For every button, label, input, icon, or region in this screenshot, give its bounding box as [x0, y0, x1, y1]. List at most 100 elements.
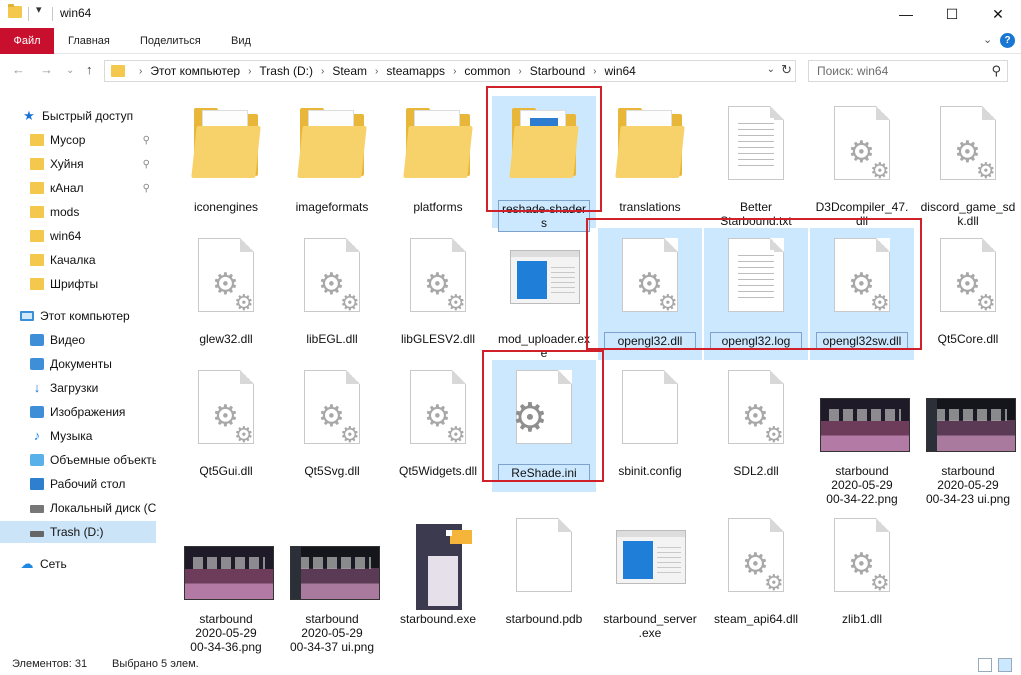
file-icon: ⚙ ⚙ — [930, 104, 1006, 194]
breadcrumb-separator-icon[interactable]: › — [248, 66, 251, 77]
breadcrumb-separator-icon[interactable]: › — [321, 66, 324, 77]
file-item[interactable]: ⚙ iconengines — [174, 96, 278, 228]
sidebar-item[interactable]: Хуйня ⚲ — [0, 153, 156, 175]
file-item[interactable]: ⚙ ⚙ glew32.dll — [174, 228, 278, 360]
forward-button[interactable]: → — [40, 62, 53, 77]
sidebar-item-label: Этот компьютер — [40, 309, 130, 323]
sidebar-item[interactable]: Документы — [0, 353, 156, 375]
file-item[interactable]: ⚙ ⚙ zlib1.dll — [810, 508, 914, 640]
large-icons-view-button[interactable] — [998, 658, 1012, 672]
file-item[interactable]: starbound 2020-05-29 00-34-36.png — [174, 508, 278, 654]
network-icon: ☁ — [20, 556, 34, 571]
sidebar-item[interactable]: win64 — [0, 225, 156, 247]
file-item[interactable]: ⚙ ⚙ steam_api64.dll — [704, 508, 808, 640]
up-button[interactable]: ↑ — [86, 62, 93, 77]
ribbon-expand-icon[interactable]: ⌄ — [983, 33, 992, 46]
breadcrumb-item[interactable]: Trash (D:) — [259, 64, 313, 78]
search-box[interactable]: Поиск: win64 ⚲ — [808, 60, 1008, 82]
file-item[interactable]: sbinit.config — [598, 360, 702, 492]
file-item[interactable]: ⚙ ⚙ Qt5Gui.dll — [174, 360, 278, 492]
file-item[interactable]: ⚙ ⚙ Qt5Widgets.dll — [386, 360, 490, 492]
file-name-line: SDL2.dll — [733, 464, 779, 478]
refresh-icon[interactable]: ↻ — [781, 62, 792, 78]
folder-icon — [30, 254, 44, 266]
sidebar-item[interactable]: Локальный диск (C — [0, 497, 156, 519]
address-bar[interactable]: › Этот компьютер › Trash (D:) › Steam › steamap… — [104, 60, 796, 82]
file-item[interactable]: starbound.pdb — [492, 508, 596, 640]
file-item[interactable]: Better Starbound.txt — [704, 96, 808, 228]
details-view-button[interactable] — [978, 658, 992, 672]
sidebar-item[interactable]: ☁ Сеть — [0, 553, 156, 575]
sidebar-item[interactable]: Этот компьютер — [0, 305, 156, 327]
sidebar-item[interactable]: Шрифты — [0, 273, 156, 295]
sidebar-item-label: Видео — [50, 333, 86, 347]
file-item[interactable]: ⚙ ⚙ D3Dcompiler_47. dll — [810, 96, 914, 228]
sidebar-item[interactable]: кАнал ⚲ — [0, 177, 156, 199]
tab-share[interactable]: Поделиться — [140, 28, 201, 54]
search-input[interactable]: Поиск: win64 — [817, 64, 888, 78]
tab-view[interactable]: Вид — [231, 28, 251, 54]
sidebar-item[interactable]: Качалка — [0, 249, 156, 271]
file-item[interactable]: ⚙ ⚙ opengl32.dll — [598, 228, 702, 360]
image-thumbnail — [926, 398, 1016, 452]
titlebar-icon — [617, 531, 685, 537]
file-item[interactable]: starbound 2020-05-29 00-34-22.png — [810, 360, 914, 506]
breadcrumb-separator-icon[interactable]: › — [453, 66, 456, 77]
file-item[interactable]: ⚙ ⚙ Qt5Svg.dll — [280, 360, 384, 492]
file-name-line: ReShade.ini — [511, 466, 577, 480]
file-item[interactable]: starbound 2020-05-29 00-34-37 ui.png — [280, 508, 384, 654]
file-item[interactable]: mod_uploader.ex e — [492, 228, 596, 360]
breadcrumb-item[interactable]: Этот компьютер — [150, 64, 240, 78]
tab-home[interactable]: Главная — [68, 28, 110, 54]
breadcrumb-item[interactable]: Steam — [332, 64, 367, 78]
address-dropdown-icon[interactable]: ⌄ — [767, 64, 775, 75]
file-item[interactable]: ⚙ ReShade.ini — [492, 360, 596, 492]
file-item[interactable]: ⚙ ⚙ libEGL.dll — [280, 228, 384, 360]
recent-locations-button[interactable]: ⌄ — [66, 65, 74, 76]
file-item[interactable]: opengl32.log — [704, 228, 808, 360]
sidebar-item[interactable]: Рабочий стол — [0, 473, 156, 495]
maximize-button[interactable]: ☐ — [929, 0, 975, 28]
file-name: opengl32sw.dll — [816, 332, 908, 350]
sidebar-item[interactable]: Trash (D:) — [0, 521, 156, 543]
sidebar-item[interactable]: ♪ Музыка — [0, 425, 156, 447]
file-item[interactable]: ⚙ platforms — [386, 96, 490, 228]
close-button[interactable]: ✕ — [975, 0, 1021, 28]
tab-file[interactable]: Файл — [0, 28, 54, 54]
file-icon — [612, 368, 688, 458]
sidebar-item[interactable]: ↓ Загрузки — [0, 377, 156, 399]
sidebar-item[interactable]: Мусор ⚲ — [0, 129, 156, 151]
file-item[interactable]: ⚙ ⚙ SDL2.dll — [704, 360, 808, 492]
breadcrumb-separator-icon[interactable]: › — [518, 66, 521, 77]
sidebar-item[interactable]: Изображения — [0, 401, 156, 423]
sidebar-item[interactable]: ★ Быстрый доступ — [0, 105, 156, 127]
help-icon[interactable]: ? — [1000, 33, 1015, 48]
file-icon: ⚙ — [294, 104, 370, 194]
application-icon — [510, 250, 580, 304]
file-item[interactable]: translations — [598, 96, 702, 228]
search-icon: ⚲ — [991, 63, 1001, 78]
breadcrumb-item[interactable]: Starbound — [530, 64, 585, 78]
breadcrumb-separator-icon[interactable]: › — [139, 66, 142, 77]
file-item[interactable]: ⚙ ⚙ libGLESV2.dll — [386, 228, 490, 360]
file-name-line: sbinit.config — [618, 464, 682, 478]
file-item[interactable]: reshade-shaders — [492, 96, 596, 232]
file-item[interactable]: ⚙ ⚙ opengl32sw.dll — [810, 228, 914, 360]
file-item[interactable]: starbound_server .exe — [598, 508, 702, 640]
breadcrumb-item[interactable]: steamapps — [386, 64, 445, 78]
sidebar-item[interactable]: mods — [0, 201, 156, 223]
sidebar-item[interactable]: Видео — [0, 329, 156, 351]
minimize-button[interactable]: — — [883, 0, 929, 28]
file-item[interactable]: ⚙ ⚙ discord_game_sd k.dll — [916, 96, 1020, 228]
file-item[interactable]: ⚙ imageformats — [280, 96, 384, 228]
file-item[interactable]: starbound 2020-05-29 00-34-23 ui.png — [916, 360, 1020, 506]
file-item[interactable]: starbound.exe — [386, 508, 490, 640]
quick-access-dropdown[interactable]: ▾ — [36, 3, 42, 16]
back-button[interactable]: ← — [12, 62, 25, 77]
breadcrumb-separator-icon[interactable]: › — [593, 66, 596, 77]
breadcrumb-item[interactable]: common — [464, 64, 510, 78]
sidebar-item[interactable]: Объемные объекты — [0, 449, 156, 471]
breadcrumb-item[interactable]: win64 — [605, 64, 636, 78]
breadcrumb-separator-icon[interactable]: › — [375, 66, 378, 77]
file-item[interactable]: ⚙ ⚙ Qt5Core.dll — [916, 228, 1020, 360]
